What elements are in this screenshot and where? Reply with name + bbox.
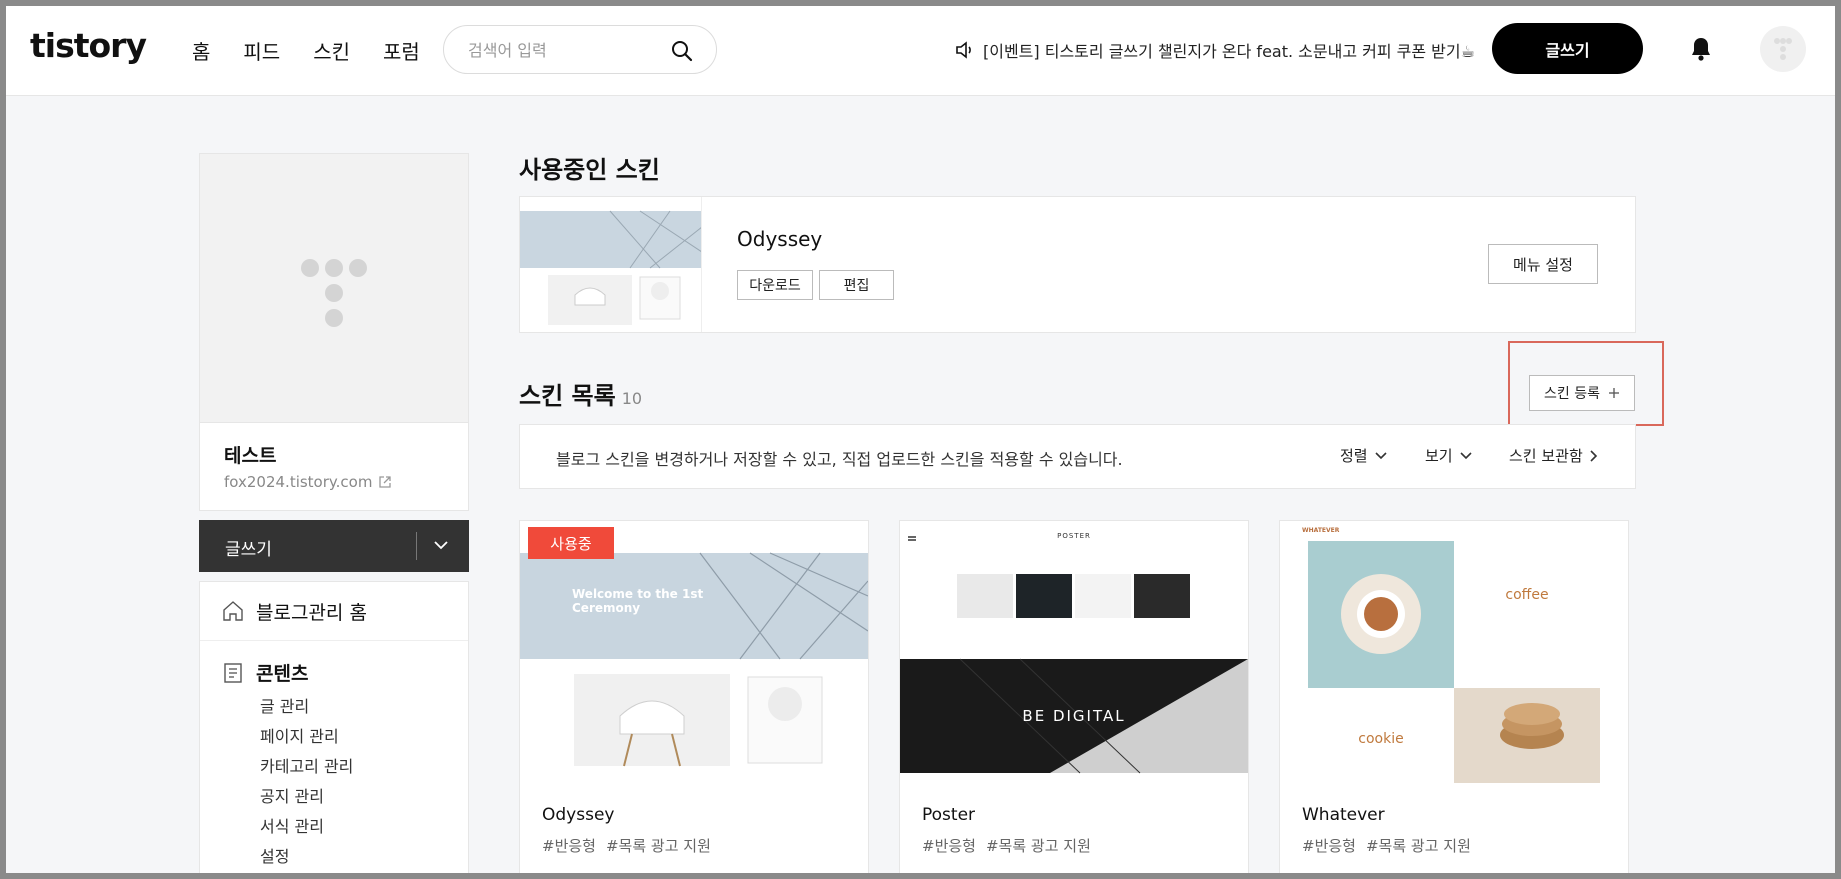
- skin-preview-header: WHATEVER: [1302, 527, 1340, 534]
- current-skin-preview[interactable]: [520, 197, 702, 332]
- blog-url: fox2024.tistory.com: [224, 473, 373, 491]
- blog-profile-card: 테스트 fox2024.tistory.com: [199, 153, 469, 511]
- in-use-badge: 사용중: [528, 527, 614, 559]
- chevron-down-icon: [1375, 451, 1387, 459]
- skin-storage-link[interactable]: 스킨 보관함: [1509, 445, 1599, 466]
- event-notice-text: [이벤트] 티스토리 글쓰기 챌린지가 온다 feat. 소문내고 커피 쿠폰 …: [983, 42, 1475, 61]
- tistory-t-icon: [301, 259, 367, 327]
- menu-settings-button[interactable]: 메뉴 설정: [1488, 244, 1598, 284]
- skin-preview-word: coffee: [1505, 587, 1549, 603]
- edit-button[interactable]: 편집: [819, 270, 894, 300]
- skin-card-tags: #반응형 #목록 광고 지원: [542, 835, 711, 856]
- skin-card-poster[interactable]: POSTER BE DIGITAL Poster #반응형 #목록 광고 지원: [899, 520, 1249, 879]
- sidebar-section-contents: 콘텐츠 글 관리 페이지 관리 카테고리 관리 공지 관리 서식 관리 설정: [200, 641, 468, 872]
- skin-card-whatever[interactable]: WHATEVER coffee cookie Whatever #반응형 #목록…: [1279, 520, 1629, 879]
- chevron-down-icon[interactable]: [433, 539, 449, 551]
- skin-preview-caption: BE DIGITAL: [1022, 707, 1126, 725]
- skin-storage-label: 스킨 보관함: [1509, 447, 1583, 465]
- current-skin-name: Odyssey: [737, 227, 823, 251]
- sidebar-item-posts[interactable]: 글 관리: [260, 692, 468, 722]
- sidebar-write-button[interactable]: 글쓰기: [199, 520, 469, 572]
- nav-forum[interactable]: 포럼: [383, 36, 420, 65]
- skin-info-bar: 블로그 스킨을 변경하거나 저장할 수 있고, 직접 업로드한 스킨을 적용할 …: [519, 424, 1636, 489]
- skin-tag: #목록 광고 지원: [985, 837, 1091, 855]
- skin-tag: #반응형: [1302, 837, 1356, 855]
- divider: [416, 532, 417, 560]
- nav-feed[interactable]: 피드: [243, 36, 280, 65]
- sidebar-item-pages[interactable]: 페이지 관리: [260, 722, 468, 752]
- blog-thumbnail[interactable]: [200, 154, 468, 423]
- write-button[interactable]: 글쓰기: [1492, 23, 1643, 74]
- skin-preview-poster: POSTER BE DIGITAL: [900, 521, 1248, 783]
- skin-card-odyssey[interactable]: 사용중 Welcome to the 1st Ceremony Odyssey …: [519, 520, 869, 879]
- tistory-logo[interactable]: tistory: [30, 26, 147, 65]
- skin-preview-word: cookie: [1358, 731, 1404, 747]
- skin-preview-image: [520, 197, 701, 332]
- search-icon[interactable]: [670, 39, 694, 63]
- avatar[interactable]: [1760, 26, 1806, 72]
- home-icon: [223, 601, 243, 621]
- external-link-icon: [379, 476, 392, 488]
- sidebar-section-title-label: 콘텐츠: [256, 663, 309, 685]
- search-box: [443, 25, 717, 74]
- sort-dropdown[interactable]: 정렬: [1340, 445, 1388, 466]
- skin-tag: #반응형: [922, 837, 976, 855]
- skin-register-label: 스킨 등록: [1544, 386, 1600, 402]
- skin-preview-image: [900, 521, 1248, 783]
- sidebar-section-title[interactable]: 콘텐츠: [222, 659, 468, 686]
- plus-icon: [1608, 388, 1619, 398]
- sidebar-menu: 블로그관리 홈 콘텐츠 글 관리 페이지 관리 카테고리 관리 공지 관리 서식…: [199, 581, 469, 879]
- sidebar-item-home[interactable]: 블로그관리 홈: [200, 582, 468, 641]
- skin-preview-header: POSTER: [1057, 532, 1091, 540]
- skin-card-tags: #반응형 #목록 광고 지원: [922, 835, 1091, 856]
- chevron-right-icon: [1590, 449, 1597, 462]
- skin-card-title: Odyssey: [542, 805, 615, 825]
- sidebar-item-categories[interactable]: 카테고리 관리: [260, 752, 468, 782]
- blog-name: 테스트: [224, 445, 277, 467]
- skin-tag: #반응형: [542, 837, 596, 855]
- skin-preview-caption: Welcome to the 1st Ceremony: [572, 587, 704, 615]
- document-icon: [224, 662, 242, 683]
- skin-preview-odyssey: Welcome to the 1st Ceremony: [520, 521, 868, 783]
- nav-home[interactable]: 홈: [192, 36, 210, 65]
- sidebar-item-notices[interactable]: 공지 관리: [260, 782, 468, 812]
- sidebar-write-label: 글쓰기: [225, 540, 272, 560]
- download-button[interactable]: 다운로드: [737, 270, 813, 300]
- top-header: tistory 홈 피드 스킨 포럼 [이벤트] 티스토리 글쓰기 챌린지가 온…: [0, 0, 1841, 96]
- blog-url-link[interactable]: fox2024.tistory.com: [224, 473, 392, 491]
- skin-card-title: Whatever: [1302, 805, 1385, 825]
- bell-icon[interactable]: [1689, 36, 1713, 62]
- sidebar-item-settings[interactable]: 설정: [260, 842, 468, 872]
- skin-preview-image: [520, 521, 868, 783]
- sort-label: 정렬: [1340, 447, 1368, 465]
- skin-list-heading: 스킨 목록 10: [519, 376, 642, 411]
- sidebar-item-templates[interactable]: 서식 관리: [260, 812, 468, 842]
- current-skin-card: Odyssey 다운로드 편집: [519, 196, 1636, 333]
- event-notice[interactable]: [이벤트] 티스토리 글쓰기 챌린지가 온다 feat. 소문내고 커피 쿠폰 …: [955, 38, 1475, 62]
- tistory-t-icon: [1774, 38, 1792, 60]
- global-nav: 홈 피드 스킨 포럼: [192, 36, 420, 65]
- current-skin-heading: 사용중인 스킨: [519, 156, 660, 184]
- sidebar-subitems: 글 관리 페이지 관리 카테고리 관리 공지 관리 서식 관리 설정: [222, 692, 468, 872]
- skin-tag: #목록 광고 지원: [605, 837, 711, 855]
- sidebar-item-home-label: 블로그관리 홈: [256, 601, 367, 624]
- skin-tag: #목록 광고 지원: [1365, 837, 1471, 855]
- view-dropdown[interactable]: 보기: [1425, 445, 1473, 466]
- skin-card-title: Poster: [922, 805, 976, 825]
- nav-skin[interactable]: 스킨: [313, 36, 350, 65]
- skin-info-text: 블로그 스킨을 변경하거나 저장할 수 있고, 직접 업로드한 스킨을 적용할 …: [556, 450, 1123, 469]
- speaker-icon: [956, 41, 971, 59]
- skin-list-heading-label: 스킨 목록: [519, 382, 616, 410]
- search-input[interactable]: [468, 38, 658, 62]
- view-label: 보기: [1425, 447, 1453, 465]
- skin-card-tags: #반응형 #목록 광고 지원: [1302, 835, 1471, 856]
- skin-list-count: 10: [621, 389, 643, 408]
- skin-register-button[interactable]: 스킨 등록: [1529, 375, 1635, 411]
- chevron-down-icon: [1460, 451, 1472, 459]
- skin-preview-whatever: WHATEVER coffee cookie: [1280, 521, 1628, 783]
